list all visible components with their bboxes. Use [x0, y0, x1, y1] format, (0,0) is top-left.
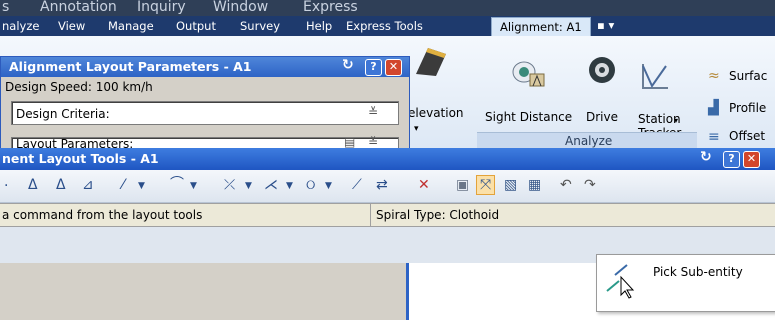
parameters-palette-body	[0, 263, 409, 320]
surface-icon: ≈	[708, 68, 720, 84]
list-view-icon[interactable]: ▤	[344, 135, 355, 149]
chevron-down-icon[interactable]: ▼	[245, 178, 252, 194]
menu-item-fragment[interactable]: s	[2, 0, 9, 15]
profile-button[interactable]: Profile	[729, 101, 766, 115]
chevron-down-icon[interactable]: ▼	[138, 178, 145, 194]
layout-tools-window: nent Layout Tools - A1 ↻ ? ✕ · Δ Δ ⊿ ⁄ ▼…	[0, 148, 775, 263]
tab-survey[interactable]: Survey	[240, 19, 280, 33]
fixed-line-icon[interactable]: ⁄	[122, 177, 124, 193]
chevron-double-down-icon[interactable]: ≚	[368, 135, 378, 149]
station-tracker-icon[interactable]	[640, 60, 670, 92]
pick-sub-entity-tooltip: Pick Sub-entity	[596, 254, 775, 312]
tab-analyze[interactable]: nalyze	[2, 19, 39, 33]
palette-title: Alignment Layout Parameters - A1	[9, 59, 252, 74]
pin-icon[interactable]: ↻	[342, 57, 354, 73]
edit-best-fit-icon[interactable]: ▣	[456, 177, 469, 193]
pick-sub-entity-icon	[606, 264, 635, 299]
drive-button[interactable]: Drive	[586, 110, 618, 124]
layout-parameters-palette: Alignment Layout Parameters - A1 ↻ ? ✕ D…	[0, 56, 410, 151]
delete-pi-icon[interactable]: Δ	[56, 177, 66, 193]
panel-title: Analyze	[565, 134, 613, 148]
tab-output[interactable]: Output	[176, 19, 216, 33]
menu-item-window[interactable]: Window	[213, 0, 268, 15]
analyze-panel-label-strip: Analyze	[477, 132, 697, 149]
tab-view[interactable]: View	[58, 19, 85, 33]
status-divider	[370, 204, 371, 226]
fixed-curve-icon[interactable]: ⌒	[170, 176, 184, 192]
elevation-button[interactable]: elevation	[408, 106, 464, 120]
status-message: a command from the layout tools	[2, 208, 203, 222]
insert-pi-icon[interactable]: Δ	[28, 177, 38, 193]
tab-manage[interactable]: Manage	[108, 19, 154, 33]
chevron-down-icon[interactable]: ▼	[286, 178, 293, 194]
pin-icon[interactable]: ↻	[700, 149, 712, 165]
spiral-type-status: Spiral Type: Clothoid	[376, 208, 500, 222]
menu-bar: s Annotation Inquiry Window Express	[0, 0, 775, 16]
chevron-down-icon[interactable]: ▼	[190, 178, 197, 194]
close-icon[interactable]: ✕	[385, 59, 402, 76]
sight-distance-icon[interactable]	[512, 56, 546, 88]
tab-express-tools[interactable]: Express Tools	[346, 19, 423, 33]
spiral-icon[interactable]: ଠ	[306, 177, 315, 193]
drive-icon[interactable]	[588, 56, 616, 84]
ribbon-tab-bar: nalyze View Manage Output Survey Help Ex…	[0, 16, 775, 36]
sub-entity-editor-icon[interactable]: ▧	[504, 177, 517, 193]
layout-tools-title: nent Layout Tools - A1	[2, 151, 159, 166]
layout-tools-title-bar[interactable]: nent Layout Tools - A1 ↻ ? ✕	[0, 148, 775, 170]
chevron-down-icon: ▾	[414, 124, 419, 134]
help-icon[interactable]: ?	[365, 59, 382, 76]
close-icon[interactable]: ✕	[743, 151, 760, 168]
help-icon[interactable]: ?	[723, 151, 740, 168]
menu-item-inquiry[interactable]: Inquiry	[137, 0, 186, 15]
pick-sub-entity-icon[interactable]: ⤧	[476, 175, 496, 195]
profile-icon: ▟	[708, 100, 719, 116]
menu-item-annotation[interactable]: Annotation	[40, 0, 117, 15]
chevron-down-icon[interactable]: ▼	[325, 178, 332, 194]
alignment-grid-view-icon[interactable]: ▦	[528, 177, 541, 193]
tab-overflow-dropdown[interactable]: ▪ ▾	[597, 18, 614, 32]
convert-line-curve-icon[interactable]: ⟋	[352, 177, 362, 193]
tab-help[interactable]: Help	[306, 19, 332, 33]
menu-item-express[interactable]: Express	[303, 0, 358, 15]
delete-sub-entity-icon[interactable]: ✕	[418, 177, 430, 193]
tooltip-label: Pick Sub-entity	[653, 265, 743, 279]
surface-button[interactable]: Surfac	[729, 69, 767, 83]
offset-button[interactable]: Offset	[729, 129, 765, 143]
floating-line-icon[interactable]: ⤫	[224, 177, 235, 193]
layout-tools-row: · Δ Δ ⊿ ⁄ ▼ ⌒ ▼ ⤫ ▼ ⋌ ▼ ଠ ▼ ⟋ ⇄ ✕ ▣ ⤧ ▧ …	[0, 170, 775, 203]
layout-tools-status-bar: a command from the layout tools Spiral T…	[0, 203, 775, 227]
chevron-down-icon: ▾	[674, 116, 679, 125]
chevron-double-down-icon[interactable]: ≚	[368, 105, 378, 119]
undo-icon[interactable]: ↶	[560, 177, 572, 193]
sight-distance-button[interactable]: Sight Distance	[485, 110, 572, 124]
elevation-icon[interactable]	[414, 44, 448, 78]
break-apart-pi-icon[interactable]: ⊿	[82, 177, 94, 193]
design-speed-text: Design Speed: 100 km/h	[5, 80, 153, 94]
tab-alignment-a1[interactable]: Alignment: A1	[491, 17, 591, 36]
toolbar-fragment-icon[interactable]: ·	[4, 178, 8, 194]
reverse-direction-icon[interactable]: ⇄	[376, 177, 388, 193]
redo-icon[interactable]: ↷	[584, 177, 596, 193]
offset-icon: ≡	[708, 129, 720, 145]
design-criteria-row[interactable]: Design Criteria: ≚	[11, 101, 399, 125]
free-curve-icon[interactable]: ⋌	[264, 177, 278, 193]
design-criteria-label: Design Criteria:	[16, 107, 110, 121]
palette-title-bar[interactable]: Alignment Layout Parameters - A1 ↻ ? ✕	[1, 57, 409, 77]
